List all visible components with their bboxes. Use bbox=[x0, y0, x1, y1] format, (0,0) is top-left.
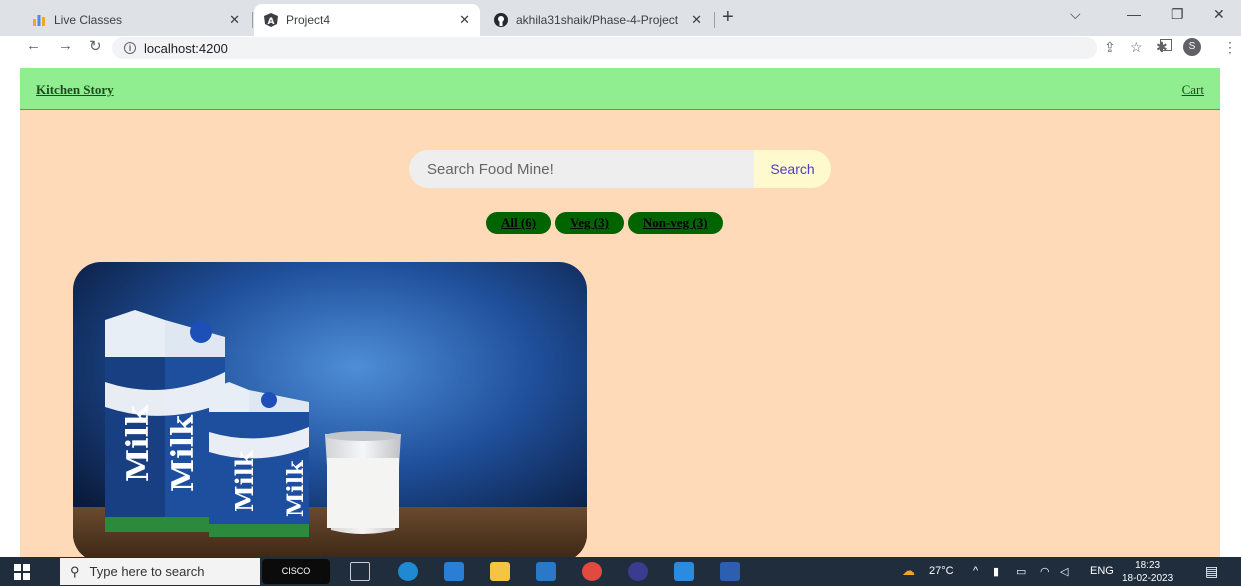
live-classes-icon bbox=[32, 13, 46, 27]
close-icon[interactable]: ✕ bbox=[691, 12, 702, 28]
menu-icon[interactable]: ⋮ bbox=[1223, 39, 1237, 56]
reload-icon[interactable]: ↻ bbox=[89, 37, 102, 55]
cart-link[interactable]: Cart bbox=[1182, 82, 1204, 98]
tab-divider bbox=[252, 12, 253, 28]
product-card-milk[interactable]: Milk Milk Milk Milk bbox=[73, 262, 587, 557]
browser-tab-strip: Live Classes ✕ A Project4 ✕ akhila31shai… bbox=[0, 0, 1241, 36]
app-navbar: Kitchen Story Cart bbox=[20, 68, 1220, 110]
browser-toolbar: ← → ↻ i localhost:4200 ⇪ ☆ ✱ ⋮ bbox=[0, 36, 1241, 60]
info-icon[interactable]: i bbox=[124, 42, 136, 54]
share-icon[interactable]: ⇪ bbox=[1104, 39, 1116, 56]
forward-icon[interactable]: → bbox=[58, 37, 73, 54]
svg-text:Milk: Milk bbox=[166, 414, 201, 492]
weather-icon[interactable]: ☁ bbox=[902, 563, 915, 579]
battery-icon[interactable]: ▭ bbox=[1016, 565, 1026, 578]
tab-label: Live Classes bbox=[54, 13, 123, 27]
new-tab-icon[interactable]: + bbox=[722, 6, 734, 29]
search-button[interactable]: Search bbox=[754, 150, 831, 188]
microsoft-store-icon[interactable] bbox=[444, 562, 464, 581]
clock-date: 18-02-2023 bbox=[1122, 573, 1174, 584]
tab-live-classes[interactable]: Live Classes ✕ bbox=[22, 4, 250, 36]
edge-browser-icon[interactable] bbox=[398, 562, 418, 581]
back-icon[interactable]: ← bbox=[26, 37, 41, 54]
task-view-icon[interactable] bbox=[350, 562, 370, 581]
angular-icon: A bbox=[264, 13, 278, 27]
vscode-icon[interactable] bbox=[674, 562, 694, 581]
filter-tags: All (6) Veg (3) Non-veg (3) bbox=[486, 212, 723, 234]
system-clock[interactable]: 18:23 18-02-2023 bbox=[1122, 559, 1173, 585]
search-bar: Search bbox=[409, 150, 831, 188]
tab-divider bbox=[714, 12, 715, 28]
close-window-icon[interactable]: ✕ bbox=[1213, 6, 1225, 23]
bookmark-star-icon[interactable]: ☆ bbox=[1130, 39, 1143, 56]
clock-time: 18:23 bbox=[1135, 560, 1161, 571]
filter-all-button[interactable]: All (6) bbox=[486, 212, 552, 234]
word-icon[interactable] bbox=[720, 562, 740, 581]
wifi-icon[interactable]: ◠ bbox=[1040, 565, 1050, 578]
svg-text:A: A bbox=[268, 17, 275, 27]
search-icon: ⚲ bbox=[70, 563, 80, 579]
product-image-milk: Milk Milk Milk Milk bbox=[73, 262, 587, 557]
outlook-icon[interactable] bbox=[536, 562, 556, 581]
side-panel-icon[interactable] bbox=[1160, 39, 1172, 51]
minimize-icon[interactable]: — bbox=[1127, 6, 1141, 22]
svg-text:Milk: Milk bbox=[230, 449, 259, 512]
filter-non-veg-button[interactable]: Non-veg (3) bbox=[627, 212, 723, 234]
github-icon bbox=[494, 13, 508, 27]
webex-meetings-icon[interactable] bbox=[628, 562, 648, 581]
search-input[interactable] bbox=[409, 150, 754, 188]
tab-github[interactable]: akhila31shaik/Phase-4-Project ✕ bbox=[484, 4, 712, 36]
cisco-webex-icon[interactable]: CISCO bbox=[262, 559, 330, 584]
chevron-up-icon[interactable]: ^ bbox=[973, 565, 978, 577]
tab-label: akhila31shaik/Phase-4-Project bbox=[516, 13, 679, 27]
taskbar-search-box[interactable]: ⚲ Type here to search bbox=[60, 558, 260, 585]
tab-search-chevron-icon[interactable]: ⌵ bbox=[1070, 6, 1081, 23]
tab-project4[interactable]: A Project4 ✕ bbox=[254, 4, 480, 36]
language-indicator[interactable]: ENG bbox=[1090, 565, 1114, 577]
svg-text:Milk: Milk bbox=[121, 404, 156, 482]
windows-taskbar: ⚲ Type here to search CISCO ☁ 27°C ^ ▮ ▭… bbox=[0, 557, 1241, 586]
filter-veg-button[interactable]: Veg (3) bbox=[555, 212, 624, 234]
chrome-icon[interactable] bbox=[582, 562, 602, 581]
tab-label: Project4 bbox=[286, 13, 331, 27]
microphone-icon[interactable]: ▮ bbox=[993, 565, 999, 578]
url-text: localhost:4200 bbox=[144, 40, 228, 56]
brand-link[interactable]: Kitchen Story bbox=[36, 82, 114, 98]
weather-temperature[interactable]: 27°C bbox=[929, 565, 954, 577]
profile-avatar[interactable]: S bbox=[1183, 38, 1201, 56]
app-page: Kitchen Story Cart Search All (6) Veg (3… bbox=[20, 68, 1220, 557]
volume-icon[interactable]: ◁ bbox=[1060, 565, 1068, 578]
browser-viewport: Kitchen Story Cart Search All (6) Veg (3… bbox=[0, 60, 1241, 557]
file-explorer-icon[interactable] bbox=[490, 562, 510, 581]
svg-text:Milk: Milk bbox=[283, 460, 309, 517]
notification-icon[interactable]: ▤ bbox=[1205, 563, 1218, 580]
address-bar[interactable]: i localhost:4200 bbox=[112, 37, 1097, 59]
restore-icon[interactable]: ❐ bbox=[1171, 6, 1184, 23]
taskbar-search-text: Type here to search bbox=[89, 564, 205, 579]
close-icon[interactable]: ✕ bbox=[459, 12, 470, 28]
windows-start-icon[interactable] bbox=[14, 564, 30, 580]
close-icon[interactable]: ✕ bbox=[229, 12, 240, 28]
